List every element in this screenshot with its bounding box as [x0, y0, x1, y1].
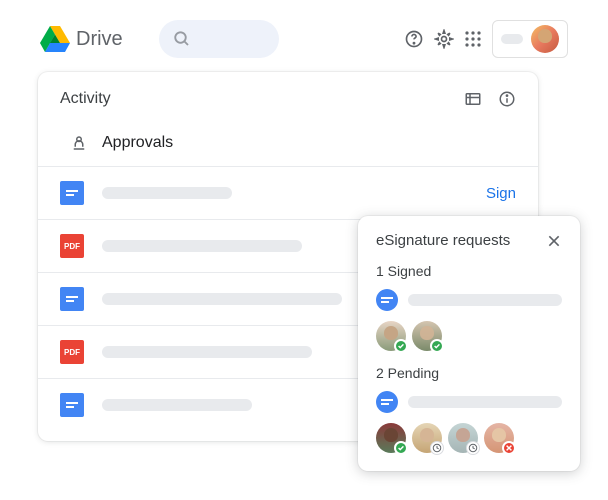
signer-avatar[interactable] — [484, 423, 514, 453]
signer-avatar[interactable] — [376, 423, 406, 453]
document-chip[interactable] — [376, 289, 562, 311]
file-row[interactable]: Sign — [38, 166, 538, 219]
signer-avatars — [376, 423, 562, 453]
doc-file-icon — [60, 181, 84, 205]
docname-placeholder — [408, 396, 562, 408]
activity-header: Activity — [38, 72, 538, 122]
doc-file-icon — [376, 391, 398, 413]
help-icon[interactable] — [404, 29, 424, 49]
document-chip[interactable] — [376, 391, 562, 413]
drive-logo[interactable]: Drive — [40, 26, 123, 52]
doc-file-icon — [60, 287, 84, 311]
approvals-label: Approvals — [102, 134, 173, 152]
check-badge-icon — [430, 339, 444, 353]
search-input[interactable] — [159, 20, 279, 58]
signer-avatar[interactable] — [412, 423, 442, 453]
check-badge-icon — [394, 441, 408, 455]
status-label: 2 Pending — [376, 365, 562, 381]
settings-icon[interactable] — [434, 29, 454, 49]
drive-icon — [40, 26, 70, 52]
signer-avatar[interactable] — [412, 321, 442, 351]
check-badge-icon — [394, 339, 408, 353]
approvals-section-header[interactable]: Approvals — [38, 122, 538, 166]
filename-placeholder — [102, 293, 342, 305]
info-icon[interactable] — [498, 90, 516, 108]
reject-badge-icon — [502, 441, 516, 455]
filename-placeholder — [102, 399, 252, 411]
clock-badge-icon — [430, 441, 444, 455]
esignature-panel: eSignature requests 1 Signed 2 Pending — [358, 216, 580, 471]
signer-avatars — [376, 321, 562, 351]
list-view-icon[interactable] — [464, 90, 482, 108]
app-name: Drive — [76, 28, 123, 51]
esignature-title: eSignature requests — [376, 232, 510, 249]
close-icon[interactable] — [546, 233, 562, 249]
clock-badge-icon — [466, 441, 480, 455]
filename-placeholder — [102, 346, 312, 358]
filename-placeholder — [102, 187, 232, 199]
user-avatar — [531, 25, 559, 53]
esignature-header: eSignature requests — [376, 232, 562, 249]
account-switcher[interactable] — [492, 20, 568, 58]
search-icon — [173, 30, 191, 48]
account-label-placeholder — [501, 34, 523, 44]
signer-avatar[interactable] — [376, 321, 406, 351]
status-label: 1 Signed — [376, 263, 562, 279]
approvals-icon — [70, 134, 88, 152]
pdf-file-icon: PDF — [60, 340, 84, 364]
docname-placeholder — [408, 294, 562, 306]
pdf-file-icon: PDF — [60, 234, 84, 258]
activity-title: Activity — [60, 90, 111, 108]
app-header: Drive — [0, 0, 608, 68]
apps-icon[interactable] — [464, 30, 482, 48]
filename-placeholder — [102, 240, 302, 252]
header-actions — [404, 20, 568, 58]
sign-button[interactable]: Sign — [486, 185, 516, 202]
doc-file-icon — [60, 393, 84, 417]
doc-file-icon — [376, 289, 398, 311]
signer-avatar[interactable] — [448, 423, 478, 453]
